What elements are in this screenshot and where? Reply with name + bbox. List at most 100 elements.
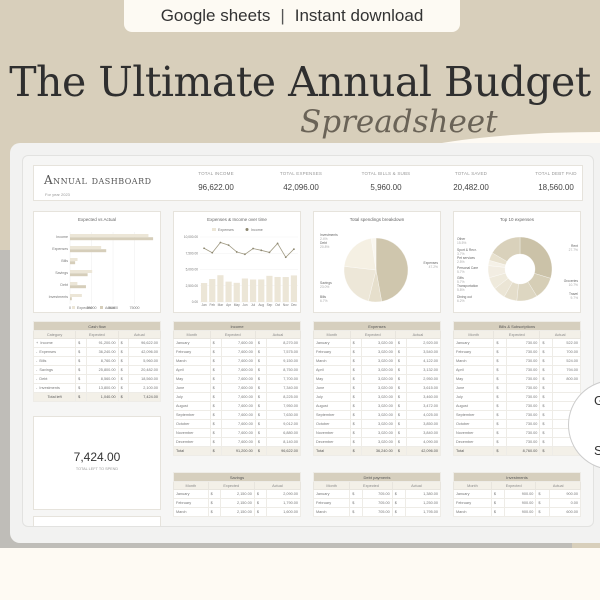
- chart-expenses-income-over-time: Expenses & Income over time 0.00 2,500.00…: [173, 211, 301, 313]
- month-cell: August: [173, 401, 211, 411]
- bar-expenses: [233, 282, 240, 302]
- category-label: Bills: [61, 259, 68, 263]
- currency-cell: $: [493, 347, 507, 357]
- month-cell: March: [173, 356, 211, 366]
- month-cell: February: [173, 498, 209, 508]
- category-label: Expenses: [52, 247, 68, 251]
- col-header: Expected: [209, 330, 256, 339]
- table-row: February $7,600.00 $7,575.00: [173, 347, 302, 357]
- month-cell: August: [313, 401, 351, 411]
- currency-cell: $: [490, 489, 506, 499]
- month-cell: October: [313, 419, 351, 429]
- point-income: [252, 247, 254, 250]
- sign: +: [36, 341, 39, 345]
- kpi-label: TOTAL DEBT PAID: [535, 171, 577, 176]
- currency-cell: $: [254, 446, 267, 456]
- expected-cell: 730.00: [505, 347, 541, 357]
- currency-cell: $: [539, 356, 553, 366]
- point-income: [227, 244, 230, 247]
- y-tick-label: 2,500.00: [186, 284, 199, 288]
- point-income: [276, 242, 279, 245]
- bar-expenses: [241, 278, 249, 302]
- table-row: January $900.00 $900.00: [453, 489, 582, 499]
- month-cell: September: [173, 410, 211, 420]
- legend-swatch: [245, 228, 249, 231]
- savings-table: Savings Month Expected Actual January $2,150.…: [173, 472, 302, 517]
- x-tick-label: 0: [69, 306, 71, 310]
- expected-cell: 7,600.00: [220, 347, 256, 357]
- currency-cell: $: [394, 374, 407, 384]
- currency-cell: $: [207, 507, 221, 517]
- month-cell: February: [173, 347, 211, 357]
- currency-cell: $: [117, 365, 130, 375]
- total-row: Total $8,760.00 $: [452, 446, 582, 456]
- table-row: December $3,020.00 $4,090.00: [313, 437, 442, 447]
- currency-cell: $: [394, 419, 407, 429]
- expected-cell: 730.00: [505, 419, 541, 429]
- actual-total: 96,622.00: [265, 446, 302, 456]
- expected-cell: 730.00: [505, 356, 541, 366]
- actual-cell: 1,600.00: [266, 507, 301, 517]
- table-row: - Bills $8,760.00 $5,960.00: [32, 356, 162, 366]
- currency-cell: $: [394, 410, 407, 420]
- table-row: November $7,600.00 $6,880.00: [173, 428, 302, 438]
- col-header: Expected: [75, 330, 119, 339]
- actual-cell: 3,840.00: [405, 428, 442, 438]
- currency-cell: $: [349, 338, 362, 348]
- table-title: Expenses: [313, 321, 441, 331]
- slice-value: 2.4%: [320, 237, 328, 241]
- actual-cell: 3,540.00: [405, 347, 442, 357]
- bar-expected: [70, 294, 82, 297]
- table-row: March $730.00 $524.00: [452, 356, 582, 366]
- col-header: Expected: [490, 481, 537, 490]
- currency-cell: $: [490, 507, 506, 517]
- banner-delivery: Instant download: [294, 6, 424, 25]
- expected-cell: 7,600.00: [220, 401, 256, 411]
- x-tick-label: Sep: [267, 303, 273, 307]
- expected-cell: 7,600.00: [220, 410, 256, 420]
- month-cell: September: [313, 410, 351, 420]
- col-header: Expected: [493, 330, 541, 339]
- bar-actual: [70, 297, 72, 301]
- category-cell: - Expenses: [32, 347, 77, 357]
- col-header: Month: [312, 481, 351, 490]
- legend-label: Expenses: [218, 228, 234, 232]
- table-row: June $7,600.00 $7,340.00: [173, 383, 302, 393]
- slice-value: 9.7%: [570, 296, 578, 300]
- actual-cell: 8,140.00: [265, 437, 302, 447]
- month-cell: January: [312, 489, 351, 499]
- table-row: February $3,020.00 $3,540.00: [313, 347, 442, 357]
- sign: -: [36, 359, 38, 363]
- col-header: Actual: [391, 481, 442, 490]
- table-title: Investments: [453, 472, 581, 482]
- slice-value: 5.8%: [457, 288, 465, 292]
- currency-cell: $: [209, 419, 222, 429]
- month-cell: April: [173, 365, 211, 375]
- currency-cell: $: [539, 428, 553, 438]
- x-tick-label: May: [234, 303, 240, 307]
- currency-cell: $: [539, 401, 553, 411]
- table-row: March $2,150.00 $1,600.00: [173, 507, 301, 517]
- bar-actual: [70, 261, 76, 265]
- month-cell: March: [173, 507, 209, 517]
- bar-expected: [70, 246, 102, 249]
- currency-cell: $: [394, 365, 407, 375]
- slice-value: 6.7%: [320, 299, 328, 303]
- currency-cell: $: [254, 356, 267, 366]
- currency-cell: $: [493, 410, 507, 420]
- currency-cell: $: [75, 356, 87, 366]
- debt-payments-table: Debt payments Month Expected Actual January $…: [312, 472, 442, 517]
- expected-cell: 730.00: [505, 365, 541, 375]
- badge-letter-top: G: [594, 393, 600, 408]
- expected-cell: 3,020.00: [360, 428, 396, 438]
- currency-cell: $: [209, 338, 222, 348]
- expenses-table: Expenses Month Expected Actual January $3,020…: [313, 321, 442, 456]
- currency-cell: $: [394, 446, 407, 456]
- expected-cell: 3,020.00: [360, 437, 396, 447]
- expected-cell: 7,600.00: [220, 419, 256, 429]
- table-title: Bills & Subscriptions: [453, 321, 581, 331]
- y-tick-label: 0.00: [192, 300, 198, 304]
- expected-cell: 3,020.00: [360, 347, 396, 357]
- currency-cell: $: [539, 419, 553, 429]
- currency-cell: $: [394, 401, 407, 411]
